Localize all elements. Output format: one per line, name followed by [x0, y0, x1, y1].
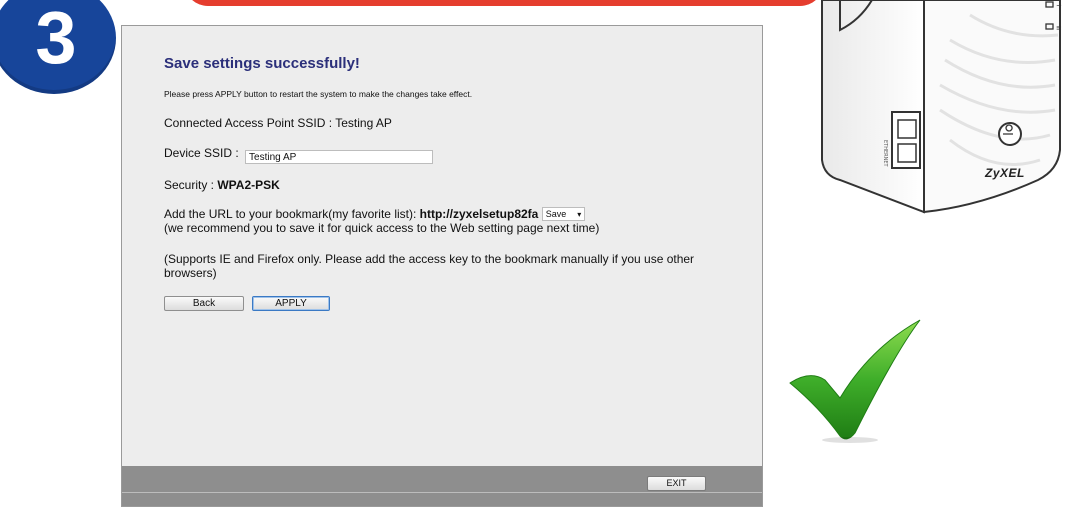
step-number-badge: 3: [0, 0, 116, 94]
back-button[interactable]: Back: [164, 296, 244, 311]
apply-button[interactable]: APPLY: [252, 296, 330, 311]
device-ssid-input[interactable]: Testing AP: [245, 150, 434, 164]
svg-text:≡: ≡: [1056, 24, 1062, 32]
top-banner: [184, 0, 824, 6]
range-extender-device: ETHERNET ~ ≡: [821, 0, 1062, 214]
device-ssid-label: Device SSID :: [164, 146, 243, 160]
exit-button[interactable]: EXIT: [647, 476, 706, 491]
security-label: Security :: [164, 178, 218, 192]
bookmark-save-select[interactable]: Save ▾: [541, 207, 586, 221]
svg-text:~: ~: [1056, 2, 1062, 10]
step-number: 3: [35, 0, 77, 79]
connected-ap-row: Connected Access Point SSID : Testing AP: [164, 116, 392, 130]
apply-note: Please press APPLY button to restart the…: [164, 89, 473, 99]
footer-bar: EXIT: [122, 466, 762, 506]
dropdown-caret-icon: ▾: [577, 210, 582, 219]
support-note: (Supports IE and Firefox only. Please ad…: [164, 252, 695, 280]
setup-window: Save settings successfully! Please press…: [121, 25, 763, 507]
page-title: Save settings successfully!: [164, 55, 360, 72]
bookmark-hint: (we recommend you to save it for quick a…: [164, 221, 600, 235]
connected-ap-value: Testing AP: [335, 116, 392, 130]
bookmark-label: Add the URL to your bookmark(my favorite…: [164, 207, 420, 221]
device-ssid-row: Device SSID : Testing AP: [164, 146, 434, 164]
bookmark-save-value: Save: [545, 209, 567, 219]
brand-logo: ZyXEL: [985, 166, 1025, 180]
connected-ap-label: Connected Access Point SSID :: [164, 116, 336, 130]
security-value: WPA2-PSK: [217, 178, 280, 192]
ethernet-port-label: ETHERNET: [882, 140, 888, 168]
success-checkmark-icon: [789, 319, 921, 443]
footer-divider: [122, 492, 762, 493]
bookmark-url: http://zyxelsetup82fa: [419, 207, 539, 221]
bookmark-row: Add the URL to your bookmark(my favorite…: [164, 207, 599, 235]
security-row: Security : WPA2-PSK: [164, 178, 280, 192]
